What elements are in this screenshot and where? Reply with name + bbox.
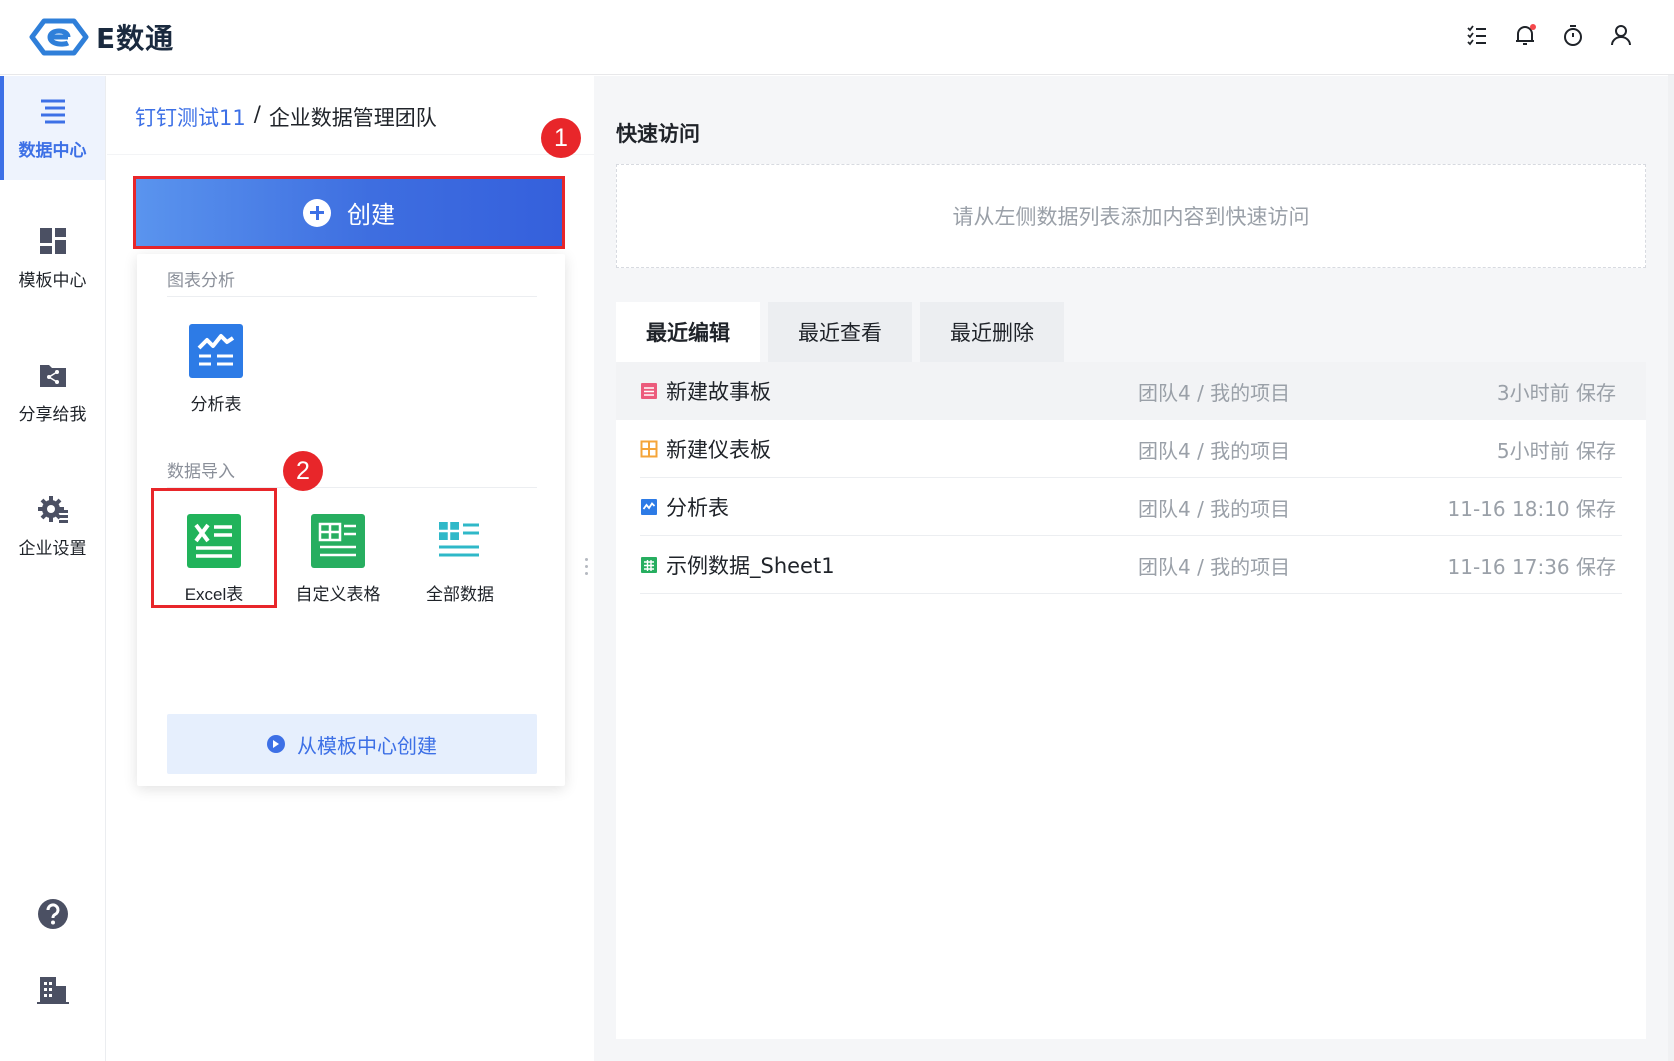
help-icon[interactable] (37, 898, 69, 930)
building-icon[interactable] (37, 974, 69, 1006)
dashboard-icon (640, 440, 658, 458)
item-time: 3小时前 保存 (1496, 380, 1616, 405)
item-name: 分析表 (666, 496, 729, 520)
section-title-chart-analysis: 图表分析 (167, 271, 235, 291)
custom-table-icon (311, 514, 365, 568)
breadcrumb: 钉钉测试11 / 企业数据管理团队 (135, 102, 437, 132)
excel-icon (187, 514, 241, 568)
nav-item-shared-to-me[interactable]: 分享给我 (0, 340, 105, 444)
menu-item-label: 自定义表格 (295, 585, 381, 605)
menu-item-custom-table[interactable]: 自定义表格 (275, 488, 401, 608)
nav-label-enterprise-settings: 企业设置 (18, 538, 87, 559)
section-title-data-import: 数据导入 (167, 462, 235, 482)
step-badge-2: 2 (283, 451, 323, 491)
quick-access-dropzone: 请从左侧数据列表添加内容到快速访问 (616, 164, 1646, 268)
menu-item-label: 分析表 (190, 395, 242, 415)
tab-recently-viewed[interactable]: 最近查看 (768, 302, 912, 362)
row-divider (640, 593, 1622, 594)
list-item[interactable]: 示例数据_Sheet1 团队4 / 我的项目 11-16 17:36 保存 (616, 536, 1646, 594)
nav-label-shared-to-me: 分享给我 (18, 404, 87, 425)
step-badge-1: 1 (541, 118, 581, 158)
logo-icon (29, 18, 89, 56)
item-name: 新建故事板 (666, 380, 771, 404)
create-button-label: 创建 (347, 201, 395, 229)
data-list-panel: 钉钉测试11 / 企业数据管理团队 创建 图表分析 分析表 数据导入 Excel… (107, 76, 594, 1061)
recent-tabs: 最近编辑 最近查看 最近删除 (616, 302, 1064, 362)
checklist-icon[interactable] (1464, 22, 1490, 48)
analysis-table-icon (641, 499, 657, 515)
top-bar: E数通 (0, 0, 1674, 75)
panel-resize-handle[interactable] (585, 558, 589, 578)
quick-access-title: 快速访问 (616, 122, 700, 146)
breadcrumb-current-team: 企业数据管理团队 (268, 106, 437, 130)
main-content: 快速访问 请从左侧数据列表添加内容到快速访问 最近编辑 最近查看 最近删除 新建… (594, 76, 1668, 1061)
menu-item-all-data[interactable]: 全部数据 (397, 488, 523, 608)
list-item[interactable]: 分析表 团队4 / 我的项目 11-16 18:10 保存 (616, 478, 1646, 536)
tab-recently-edited[interactable]: 最近编辑 (616, 302, 760, 362)
menu-item-label: 全部数据 (426, 585, 494, 605)
breadcrumb-link-enterprise[interactable]: 钉钉测试11 (135, 102, 246, 132)
nav-item-enterprise-settings[interactable]: 企业设置 (0, 474, 105, 578)
settings-gear-icon (37, 495, 68, 523)
breadcrumb-separator: / (253, 102, 261, 126)
list-item[interactable]: 新建故事板 团队4 / 我的项目 3小时前 保存 (616, 362, 1646, 420)
notification-dot (1530, 24, 1536, 30)
timer-icon[interactable] (1560, 22, 1586, 48)
window-edge (1668, 75, 1674, 1061)
left-nav: 数据中心 模板中心 分享给我 企业设置 (0, 76, 106, 1061)
storyboard-icon (641, 383, 657, 399)
item-path: 团队4 / 我的项目 (1138, 438, 1291, 463)
user-icon[interactable] (1608, 22, 1634, 48)
logo-text: E数通 (96, 22, 175, 55)
item-time: 5小时前 保存 (1496, 438, 1616, 463)
item-time: 11-16 18:10 保存 (1447, 496, 1616, 521)
nav-label-template-center: 模板中心 (18, 270, 87, 291)
nav-label-data-center: 数据中心 (18, 140, 87, 161)
analysis-table-icon (189, 324, 243, 378)
menu-item-analysis-table[interactable]: 分析表 (153, 298, 279, 418)
menu-item-excel[interactable]: Excel表 (151, 488, 277, 608)
breadcrumb-divider (107, 154, 594, 155)
list-item[interactable]: 新建仪表板 团队4 / 我的项目 5小时前 保存 (616, 420, 1646, 478)
bell-icon[interactable] (1512, 22, 1538, 48)
template-icon (39, 227, 66, 254)
item-name: 示例数据_Sheet1 (666, 554, 835, 578)
quick-access-placeholder: 请从左侧数据列表添加内容到快速访问 (952, 205, 1310, 229)
tab-recently-deleted[interactable]: 最近删除 (920, 302, 1064, 362)
nav-item-template-center[interactable]: 模板中心 (0, 206, 105, 310)
app-logo[interactable]: E数通 (28, 17, 174, 57)
arrow-right-circle-icon (267, 735, 285, 753)
nav-item-data-center[interactable]: 数据中心 (0, 76, 105, 180)
item-time: 11-16 17:36 保存 (1447, 554, 1616, 579)
all-data-icon (433, 514, 487, 568)
create-from-template-button[interactable]: 从模板中心创建 (167, 714, 537, 774)
item-name: 新建仪表板 (666, 438, 771, 462)
recent-list: 新建故事板 团队4 / 我的项目 3小时前 保存 新建仪表板 团队4 / 我的项… (616, 362, 1646, 1039)
create-dropdown-menu: 图表分析 分析表 数据导入 Excel表 自定义表格 全部数据 从模板中心创建 (137, 254, 565, 786)
create-from-template-label: 从模板中心创建 (297, 733, 437, 758)
sheet-icon (641, 557, 657, 573)
create-button[interactable]: 创建 (133, 176, 565, 249)
item-path: 团队4 / 我的项目 (1138, 380, 1291, 405)
item-path: 团队4 / 我的项目 (1138, 554, 1291, 579)
menu-item-label: Excel表 (184, 585, 244, 604)
data-center-icon (40, 99, 65, 123)
section-divider (167, 296, 537, 297)
share-icon (39, 364, 66, 387)
plus-circle-icon (303, 198, 331, 227)
item-path: 团队4 / 我的项目 (1138, 496, 1291, 521)
